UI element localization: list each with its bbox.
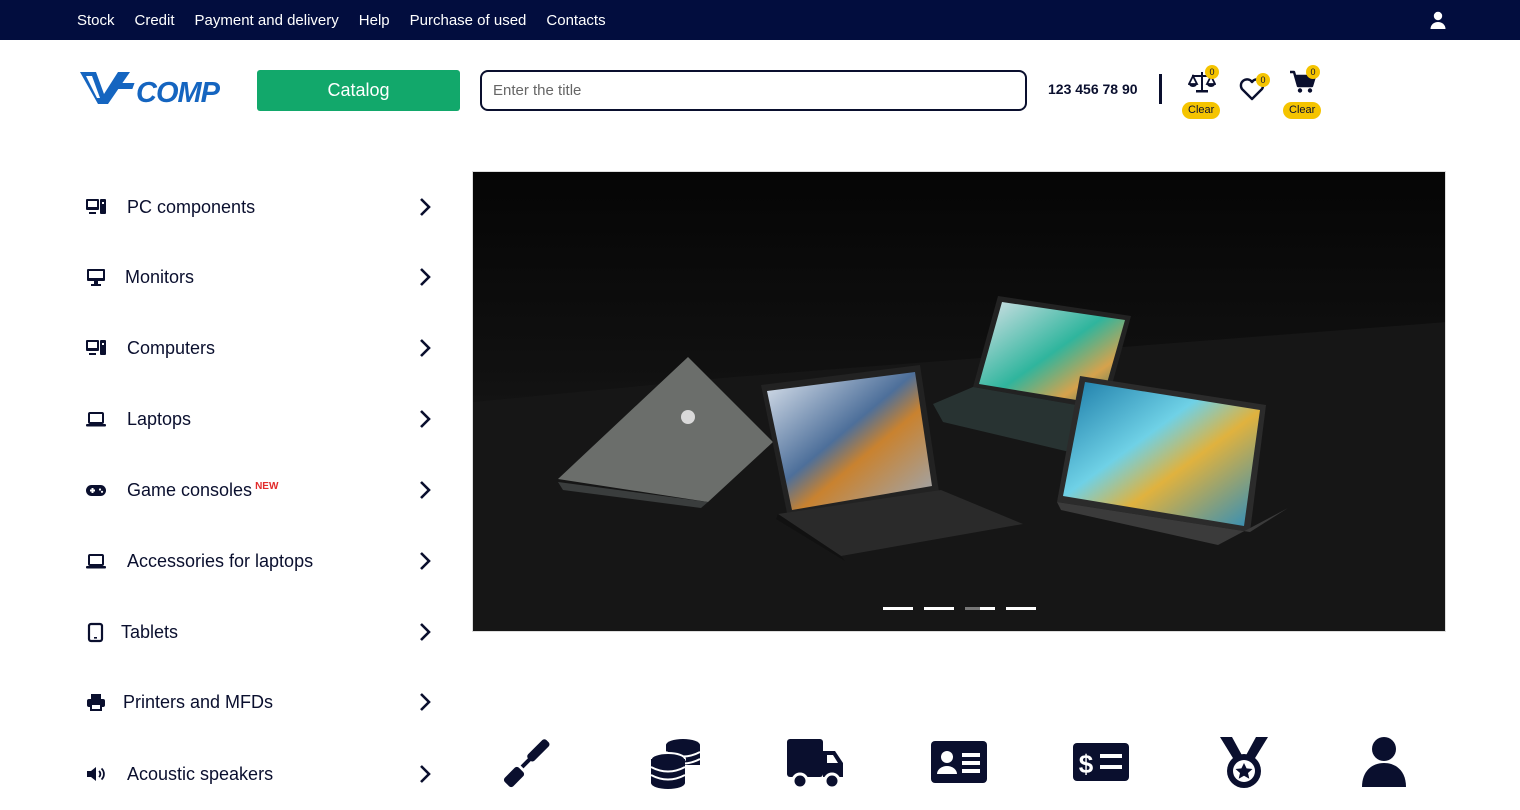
id-card-icon xyxy=(930,735,990,791)
features-row: $ xyxy=(500,735,1420,795)
category-game-consoles[interactable]: Game consoles NEW xyxy=(80,470,440,510)
search-input[interactable] xyxy=(480,70,1027,111)
category-label: Printers and MFDs xyxy=(123,691,274,712)
chevron-right-icon xyxy=(418,622,432,642)
chevron-right-icon xyxy=(418,764,432,784)
category-tablets[interactable]: Tablets xyxy=(80,612,440,652)
category-acoustic-speakers[interactable]: Acoustic speakers xyxy=(80,754,440,794)
header-divider xyxy=(1159,74,1162,104)
hero-banner[interactable] xyxy=(472,171,1446,632)
pc-icon xyxy=(85,337,107,359)
category-label: Laptops xyxy=(127,408,192,429)
carousel-dot-4[interactable] xyxy=(1006,607,1036,610)
compare-clear-button[interactable]: Clear xyxy=(1182,102,1221,119)
category-label: Game consoles NEW xyxy=(127,479,279,500)
phone-number[interactable]: 123 456 78 90 xyxy=(1048,81,1138,97)
category-label: Computers xyxy=(127,337,216,358)
speaker-icon xyxy=(85,763,107,785)
favorites-count-badge: 0 xyxy=(1256,73,1270,87)
compare-count-badge: 0 xyxy=(1205,65,1219,79)
screwdriver-icon xyxy=(500,735,560,791)
printer-icon xyxy=(85,691,107,713)
category-pc-components[interactable]: PC components xyxy=(80,187,440,227)
nav-purchase-used[interactable]: Purchase of used xyxy=(410,12,527,29)
banner-laptops-image xyxy=(473,296,1445,631)
site-logo[interactable]: COMP xyxy=(78,68,238,109)
svg-text:$: $ xyxy=(1079,749,1094,779)
laptop-icon xyxy=(85,550,107,572)
category-label: Monitors xyxy=(125,266,195,287)
top-nav: Stock Credit Payment and delivery Help P… xyxy=(77,0,626,40)
tablet-icon xyxy=(85,621,107,643)
account-icon[interactable] xyxy=(1428,10,1448,30)
chevron-right-icon xyxy=(418,692,432,712)
coins-icon xyxy=(645,735,705,791)
category-monitors[interactable]: Monitors xyxy=(80,257,440,297)
pc-icon xyxy=(85,196,107,218)
category-computers[interactable]: Computers xyxy=(80,328,440,368)
new-badge: NEW xyxy=(255,480,279,492)
chevron-right-icon xyxy=(418,551,432,571)
chevron-right-icon xyxy=(418,197,432,217)
chevron-right-icon xyxy=(418,409,432,429)
gamepad-icon xyxy=(85,479,107,501)
category-accessories-laptops[interactable]: Accessories for laptops xyxy=(80,541,440,581)
carousel-indicators xyxy=(883,607,1047,610)
nav-payment-delivery[interactable]: Payment and delivery xyxy=(195,12,339,29)
carousel-dot-3[interactable] xyxy=(965,607,995,610)
laptop-icon xyxy=(85,408,107,430)
user-icon xyxy=(1356,735,1416,791)
medal-icon xyxy=(1214,735,1274,791)
money-bill-icon: $ xyxy=(1072,735,1132,791)
chevron-right-icon xyxy=(418,480,432,500)
category-label: Accessories for laptops xyxy=(127,550,314,571)
category-label: PC components xyxy=(127,196,256,217)
cart-clear-button[interactable]: Clear xyxy=(1283,102,1322,119)
svg-text:COMP: COMP xyxy=(136,77,221,108)
nav-credit[interactable]: Credit xyxy=(135,12,175,29)
chevron-right-icon xyxy=(418,267,432,287)
nav-help[interactable]: Help xyxy=(359,12,390,29)
category-printers-mfds[interactable]: Printers and MFDs xyxy=(80,682,440,722)
category-laptops[interactable]: Laptops xyxy=(80,399,440,439)
carousel-dot-1[interactable] xyxy=(883,607,913,610)
category-label: Tablets xyxy=(121,621,179,642)
nav-stock[interactable]: Stock xyxy=(77,12,115,29)
monitor-icon xyxy=(85,266,107,288)
cart-count-badge: 0 xyxy=(1306,65,1320,79)
truck-icon xyxy=(785,735,845,791)
category-label: Acoustic speakers xyxy=(127,763,274,784)
carousel-dot-2[interactable] xyxy=(924,607,954,610)
chevron-right-icon xyxy=(418,338,432,358)
nav-contacts[interactable]: Contacts xyxy=(546,12,605,29)
catalog-button[interactable]: Catalog xyxy=(257,70,460,111)
top-bar: Stock Credit Payment and delivery Help P… xyxy=(0,0,1520,40)
